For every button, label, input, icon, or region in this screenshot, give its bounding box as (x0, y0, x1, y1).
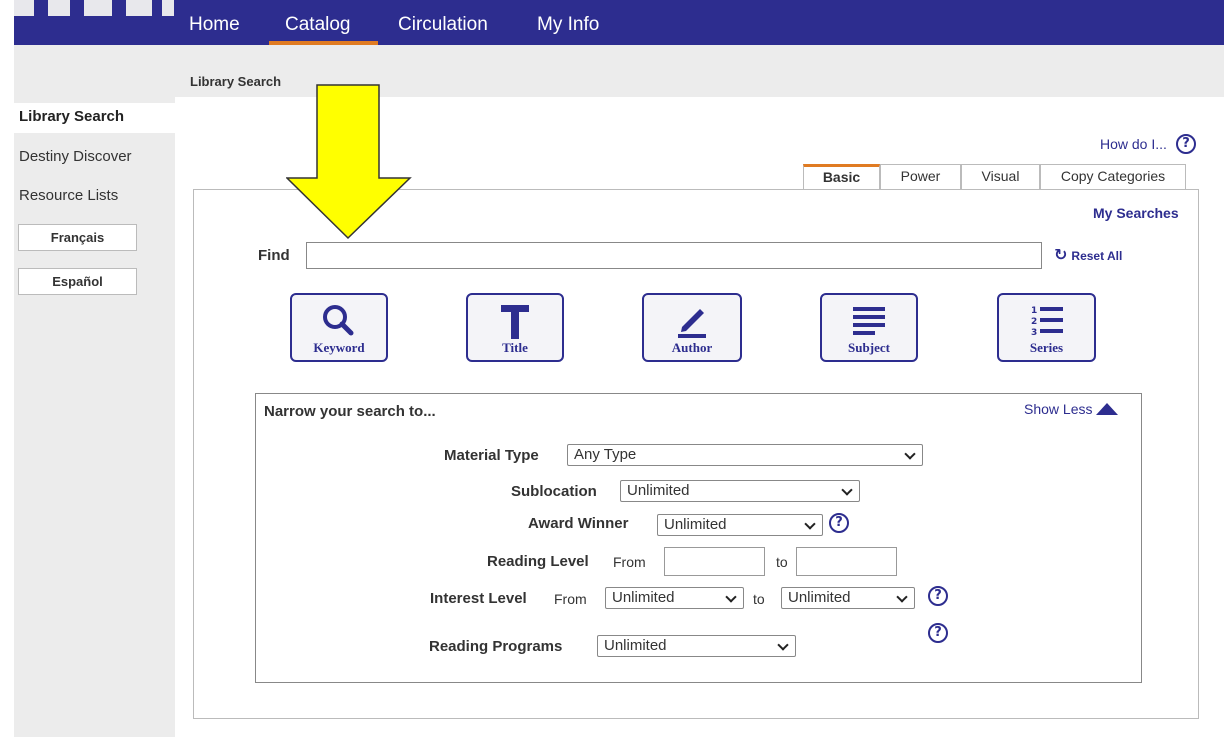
award-winner-select[interactable]: Unlimited (657, 514, 823, 536)
chevron-down-icon (804, 518, 816, 530)
tab-visual[interactable]: Visual (961, 164, 1040, 190)
reading-programs-select[interactable]: Unlimited (597, 635, 796, 657)
sidebar-item-destiny-discover[interactable]: Destiny Discover (19, 148, 132, 165)
reading-programs-help-icon[interactable]: ? (928, 623, 948, 643)
reading-level-to-input[interactable] (796, 547, 897, 576)
reset-all-button[interactable]: ↻ Reset All (1054, 245, 1122, 264)
interest-level-from-value: Unlimited (612, 589, 675, 606)
interest-level-help-icon[interactable]: ? (928, 586, 948, 606)
reading-level-to-label: to (776, 554, 788, 570)
award-winner-label: Award Winner (528, 515, 629, 532)
reading-level-label: Reading Level (487, 553, 589, 570)
material-type-label: Material Type (444, 447, 539, 464)
nav-tab-catalog[interactable]: Catalog (285, 14, 351, 36)
find-label: Find (258, 247, 290, 264)
sidebar-item-resource-lists[interactable]: Resource Lists (19, 187, 118, 204)
breadcrumb: Library Search (190, 74, 282, 89)
keyword-label: Keyword (313, 340, 365, 355)
my-searches-link[interactable]: My Searches (1093, 205, 1179, 221)
series-search-button[interactable]: 1 2 3 Series (997, 293, 1096, 362)
help-icon[interactable]: ? (1176, 134, 1196, 154)
svg-text:1: 1 (1031, 306, 1037, 316)
interest-level-to-label: to (753, 591, 765, 607)
chevron-down-icon (896, 591, 908, 603)
author-search-button[interactable]: Author (642, 293, 742, 362)
language-button-francais[interactable]: Français (18, 224, 137, 251)
reset-all-label: Reset All (1071, 249, 1123, 263)
chevron-down-icon (777, 639, 789, 651)
nav-tab-home[interactable]: Home (189, 14, 240, 36)
sub-header-bar (14, 45, 1224, 97)
title-search-button[interactable]: Title (466, 293, 564, 362)
reset-icon: ↻ (1054, 245, 1068, 264)
pencil-icon (678, 309, 706, 338)
language-button-espanol[interactable]: Español (18, 268, 137, 295)
interest-level-to-value: Unlimited (788, 589, 851, 606)
series-label: Series (1029, 340, 1064, 355)
page: Home Catalog Circulation My Info Library… (0, 0, 1224, 737)
award-winner-value: Unlimited (664, 516, 727, 533)
narrow-title: Narrow your search to... (264, 403, 436, 420)
chevron-down-icon (725, 591, 737, 603)
interest-level-from-select[interactable]: Unlimited (605, 587, 744, 609)
interest-level-label: Interest Level (430, 590, 527, 607)
find-input[interactable] (306, 242, 1042, 269)
material-type-value: Any Type (574, 446, 637, 463)
title-t-icon (501, 305, 529, 339)
reading-level-from-input[interactable] (664, 547, 765, 576)
svg-text:3: 3 (1031, 328, 1037, 338)
numbered-list-icon: 1 2 3 (1031, 306, 1063, 338)
annotation-arrow (286, 84, 412, 240)
sublocation-select[interactable]: Unlimited (620, 480, 860, 502)
sublocation-label: Sublocation (511, 483, 597, 500)
reading-programs-label: Reading Programs (429, 638, 563, 655)
reading-programs-value: Unlimited (604, 637, 667, 654)
keyword-search-button[interactable]: Keyword (290, 293, 388, 362)
triangle-up-icon (1096, 403, 1119, 415)
nav-tab-my-info[interactable]: My Info (537, 14, 599, 36)
subject-lines-icon (853, 307, 885, 335)
reading-level-from-label: From (613, 554, 646, 570)
svg-text:2: 2 (1031, 317, 1037, 327)
show-less-label: Show Less (1024, 401, 1093, 417)
interest-level-from-label: From (554, 591, 587, 607)
tab-basic[interactable]: Basic (803, 164, 880, 190)
subject-search-button[interactable]: Subject (820, 293, 918, 362)
sublocation-value: Unlimited (627, 482, 690, 499)
author-label: Author (671, 340, 713, 355)
nav-tab-circulation[interactable]: Circulation (398, 14, 488, 36)
tab-power[interactable]: Power (880, 164, 961, 190)
title-label: Title (502, 340, 528, 355)
sidebar-item-library-search[interactable]: Library Search (19, 108, 124, 125)
subject-label: Subject (848, 340, 890, 355)
interest-level-to-select[interactable]: Unlimited (781, 587, 915, 609)
chevron-down-icon (904, 448, 916, 460)
logo (14, 0, 174, 16)
tab-copy-categories[interactable]: Copy Categories (1040, 164, 1186, 190)
search-icon (323, 305, 354, 336)
how-do-i-link[interactable]: How do I... (1100, 136, 1167, 152)
chevron-down-icon (841, 484, 853, 496)
material-type-select[interactable]: Any Type (567, 444, 923, 466)
award-winner-help-icon[interactable]: ? (829, 513, 849, 533)
show-less-toggle[interactable]: Show Less (1024, 401, 1119, 417)
